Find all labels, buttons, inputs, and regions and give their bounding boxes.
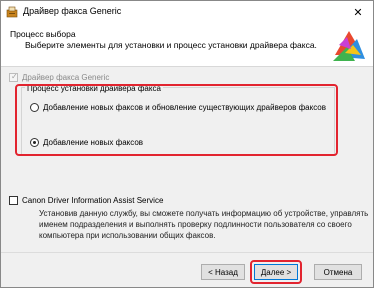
- installer-logo-icon: [333, 31, 365, 61]
- assist-service-description: Установив данную службу, вы сможете полу…: [39, 209, 369, 240]
- cancel-button[interactable]: Отмена: [314, 264, 362, 280]
- close-icon: ✕: [353, 6, 363, 19]
- footer-divider: [1, 252, 373, 253]
- back-button[interactable]: < Назад: [201, 264, 245, 280]
- assist-service-label[interactable]: Canon Driver Information Assist Service: [22, 196, 163, 205]
- wizard-header: Процесс выбора Выберите элементы для уст…: [1, 23, 373, 67]
- window-title: Драйвер факса Generic: [23, 6, 122, 16]
- title-bar: Драйвер факса Generic ✕: [1, 1, 373, 23]
- installer-window: Драйвер факса Generic ✕ Процесс выбора В…: [0, 0, 374, 288]
- check-icon: ✓: [11, 72, 18, 81]
- driver-label: Драйвер факса Generic: [22, 73, 110, 82]
- install-process-highlight: [15, 84, 338, 156]
- next-button-highlight: [250, 260, 302, 284]
- fax-app-icon: [6, 6, 18, 18]
- back-button-label: < Назад: [208, 267, 238, 277]
- header-subtitle: Выберите элементы для установки и процес…: [25, 40, 317, 50]
- header-title: Процесс выбора: [10, 29, 76, 39]
- driver-checkbox: ✓: [9, 72, 18, 82]
- close-button[interactable]: ✕: [343, 1, 373, 23]
- assist-service-checkbox[interactable]: [9, 196, 18, 205]
- cancel-button-label: Отмена: [323, 267, 353, 277]
